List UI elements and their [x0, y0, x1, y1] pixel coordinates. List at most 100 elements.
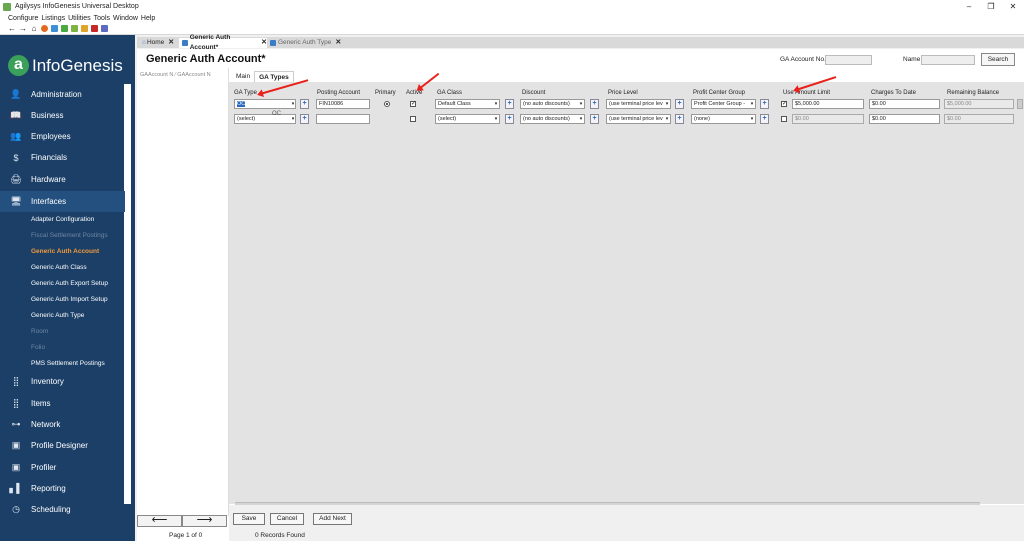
sidebar-item-profiler[interactable]: ▣ Profiler [0, 457, 125, 478]
use-amount-limit-checkbox[interactable]: ✓ [781, 101, 787, 107]
add-next-button[interactable]: Add Next [313, 513, 352, 525]
sidebar-item-profile-designer[interactable]: ▣ Profile Designer [0, 435, 125, 456]
sidebar-scrollbar[interactable] [124, 84, 131, 504]
chevron-down-icon[interactable]: ▾ [290, 114, 296, 124]
search-button[interactable]: Search [981, 53, 1015, 66]
ga-type-select[interactable]: OC [234, 99, 296, 109]
sidebar-item-financials[interactable]: $ Financials [0, 147, 125, 168]
menu-tools[interactable]: Tools [94, 15, 110, 22]
sidebar-item-scheduling[interactable]: ◷ Scheduling [0, 499, 125, 520]
amount-limit-input[interactable]: $5,000.00 [792, 99, 864, 109]
tab-home[interactable]: ⌂ Home ✕ [139, 38, 179, 48]
tab-generic-auth-type[interactable]: Generic Auth Type ✕ [267, 38, 343, 48]
add-ga-class-button[interactable]: + [505, 114, 514, 124]
grid-icon[interactable] [61, 25, 68, 32]
ga-type-select[interactable]: (select) [234, 114, 296, 124]
prev-page-button[interactable]: ⟵ [137, 515, 182, 527]
chevron-down-icon[interactable]: ▾ [578, 114, 584, 124]
save-button[interactable]: Save [233, 513, 265, 525]
sidebar-subitem-generic-auth-import-setup[interactable]: Generic Auth Import Setup [31, 296, 108, 303]
sidebar-subitem-generic-auth-class[interactable]: Generic Auth Class [31, 264, 87, 271]
amount-limit-input[interactable]: $0.00 [792, 114, 864, 124]
chevron-down-icon[interactable]: ▾ [749, 114, 755, 124]
row-scroll-handle[interactable] [1017, 99, 1023, 109]
profit-center-select[interactable]: (none) [691, 114, 756, 124]
tag-icon[interactable] [91, 25, 98, 32]
sidebar-item-inventory[interactable]: ⣿ Inventory [0, 371, 125, 392]
posting-account-input[interactable]: FIN10086 [316, 99, 370, 109]
menu-window[interactable]: Window [113, 15, 138, 22]
add-profit-center-button[interactable]: + [760, 114, 769, 124]
document-icon[interactable] [71, 25, 78, 32]
add-ga-class-button[interactable]: + [505, 99, 514, 109]
active-checkbox[interactable]: ✓ [410, 101, 416, 107]
charges-to-date-input[interactable]: $0.00 [869, 114, 940, 124]
active-checkbox[interactable] [410, 116, 416, 122]
sidebar-item-network[interactable]: ⊶ Network [0, 414, 125, 435]
next-page-button[interactable]: ⟶ [182, 515, 227, 527]
maximize-button[interactable]: ❐ [980, 0, 1002, 13]
sidebar-subitem-generic-auth-type[interactable]: Generic Auth Type [31, 312, 84, 319]
sidebar-item-administration[interactable]: 👤 Administration [0, 84, 125, 105]
add-profit-center-button[interactable]: + [760, 99, 769, 109]
sidebar-subitem-pms-settlement-postings[interactable]: PMS Settlement Postings [31, 360, 105, 367]
price-level-select[interactable]: (use terminal price lev [606, 99, 671, 109]
add-discount-button[interactable]: + [590, 99, 599, 109]
chevron-down-icon[interactable]: ▾ [578, 99, 584, 109]
info-icon[interactable] [41, 25, 48, 32]
discount-select[interactable]: (no auto discounts) [520, 114, 585, 124]
sidebar-subitem-fiscal-settlement-postings[interactable]: Fiscal Settlement Postings [31, 232, 108, 239]
tab-generic-auth-account[interactable]: Generic Auth Account* ✕ [179, 34, 267, 51]
profit-center-select[interactable]: Profit Center Group - [691, 99, 756, 109]
price-level-select[interactable]: (use terminal price lev [606, 114, 671, 124]
calculator-icon[interactable] [81, 25, 88, 32]
sidebar-subitem-folio[interactable]: Folio [31, 344, 45, 351]
close-icon[interactable]: ✕ [168, 38, 174, 48]
posting-account-input[interactable] [316, 114, 370, 124]
sidebar-item-employees[interactable]: 👥 Employees [0, 126, 125, 147]
sidebar-subitem-room[interactable]: Room [31, 328, 48, 335]
add-ga-type-button[interactable]: + [300, 99, 309, 109]
forward-arrow-icon[interactable]: → [19, 24, 27, 33]
add-discount-button[interactable]: + [590, 114, 599, 124]
ga-account-input[interactable] [825, 55, 872, 65]
chevron-down-icon[interactable]: ▾ [290, 99, 296, 109]
use-amount-limit-checkbox[interactable] [781, 116, 787, 122]
account-list[interactable]: GAAccount N ⁄ GAAccount N [137, 68, 229, 516]
sidebar-subitem-generic-auth-account[interactable]: Generic Auth Account [31, 248, 99, 255]
add-ga-type-button[interactable]: + [300, 114, 309, 124]
tab-main[interactable]: Main [232, 71, 254, 82]
bar-chart-icon[interactable] [101, 25, 108, 32]
sidebar-subitem-generic-auth-export-setup[interactable]: Generic Auth Export Setup [31, 280, 108, 287]
sidebar-item-reporting[interactable]: ▖▌ Reporting [0, 478, 125, 499]
close-icon[interactable]: ✕ [335, 38, 341, 48]
ga-class-select[interactable]: (select) [435, 114, 500, 124]
sidebar-item-interfaces[interactable]: 🖥 Interfaces [0, 191, 125, 212]
add-price-level-button[interactable]: + [675, 114, 684, 124]
back-arrow-icon[interactable]: ← [8, 24, 16, 33]
add-price-level-button[interactable]: + [675, 99, 684, 109]
menu-listings[interactable]: Listings [41, 15, 65, 22]
name-input[interactable] [921, 55, 975, 65]
sidebar-item-items[interactable]: ⣿ Items [0, 393, 125, 414]
ga-class-select[interactable]: Default Class [435, 99, 500, 109]
people-icon[interactable] [51, 25, 58, 32]
menu-configure[interactable]: Configure [8, 15, 38, 22]
primary-radio[interactable] [384, 101, 390, 107]
close-window-button[interactable]: ✕ [1002, 0, 1024, 13]
chevron-down-icon[interactable]: ▾ [664, 114, 670, 124]
chevron-down-icon[interactable]: ▾ [493, 114, 499, 124]
tab-ga-types[interactable]: GA Types [254, 71, 294, 82]
chevron-down-icon[interactable]: ▾ [664, 99, 670, 109]
cancel-button[interactable]: Cancel [270, 513, 304, 525]
minimize-button[interactable]: – [958, 0, 980, 13]
sidebar-subitem-adapter-configuration[interactable]: Adapter Configuration [31, 216, 94, 223]
sidebar-item-business[interactable]: 📖 Business [0, 105, 125, 126]
chevron-down-icon[interactable]: ▾ [749, 99, 755, 109]
discount-select[interactable]: (no auto discounts) [520, 99, 585, 109]
sidebar-item-hardware[interactable]: 🖨 Hardware [0, 169, 125, 190]
chevron-down-icon[interactable]: ▾ [493, 99, 499, 109]
charges-to-date-input[interactable]: $0.00 [869, 99, 940, 109]
home-icon[interactable]: ⌂ [30, 24, 38, 33]
menu-help[interactable]: Help [141, 15, 155, 22]
